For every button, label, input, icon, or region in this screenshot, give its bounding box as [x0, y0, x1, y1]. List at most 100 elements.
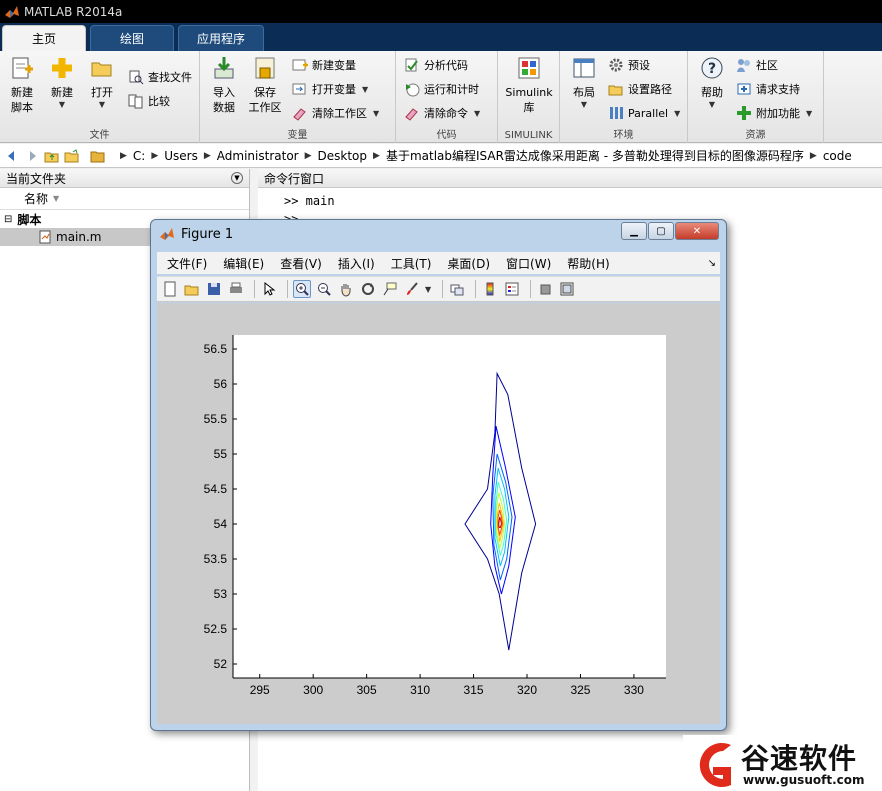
new-plus-icon — [52, 58, 72, 78]
clear-commands-button[interactable]: 清除命令 ▼ — [404, 103, 480, 123]
y-tick-label: 54 — [214, 517, 228, 531]
breadcrumb-item[interactable]: 基于matlab编程ISAR雷达成像采用距离 - 多普勒处理得到目标的图像源码程… — [386, 147, 804, 164]
tab-apps[interactable]: 应用程序 — [178, 25, 264, 51]
new-figure-icon[interactable] — [161, 280, 179, 298]
pan-hand-icon[interactable] — [337, 280, 355, 298]
dropdown-caret-icon: ▼ — [58, 100, 66, 109]
zoom-in-icon[interactable] — [293, 280, 311, 298]
command-window-header: 命令行窗口 — [258, 169, 882, 188]
addons-button[interactable]: 附加功能 ▼ — [736, 103, 812, 123]
save-icon[interactable] — [205, 280, 223, 298]
button-label: 附加功能 — [756, 107, 800, 120]
menu-tools[interactable]: 工具(T) — [391, 255, 432, 272]
dropdown-caret-icon: ▼ — [674, 108, 681, 118]
x-tick-label: 300 — [303, 683, 323, 697]
breadcrumb-item[interactable]: Desktop — [318, 149, 368, 163]
folder-icon — [90, 151, 105, 162]
breadcrumb-item[interactable]: code — [823, 149, 852, 163]
colorbar-icon[interactable] — [481, 280, 499, 298]
menu-file[interactable]: 文件(F) — [167, 255, 207, 272]
save-workspace-button[interactable]: 保存 工作区 — [245, 55, 285, 115]
rotate-3d-icon[interactable] — [359, 280, 377, 298]
hide-plot-tools-icon[interactable] — [536, 280, 554, 298]
name-column-header[interactable]: 名称 ▼ — [0, 188, 249, 210]
back-arrow-icon[interactable] — [4, 148, 20, 164]
open-file-icon[interactable] — [183, 280, 201, 298]
button-label: 新建 — [51, 86, 73, 99]
breadcrumb-separator-icon: ▶ — [120, 150, 127, 161]
watermark-logo-icon — [699, 743, 731, 787]
minimize-button[interactable]: ▁ — [621, 222, 647, 240]
breadcrumb-item[interactable]: Users — [164, 149, 198, 163]
browse-folder-icon[interactable] — [64, 148, 80, 164]
community-button[interactable]: 社区 — [736, 55, 778, 75]
breadcrumb-item[interactable]: C: — [133, 149, 145, 163]
simulink-library-button[interactable]: Simulink 库 — [504, 55, 554, 115]
maximize-button[interactable]: ▢ — [648, 222, 674, 240]
collapse-icon[interactable]: ⊟ — [4, 214, 12, 225]
menu-insert[interactable]: 插入(I) — [338, 255, 375, 272]
button-label: 清除工作区 — [312, 107, 367, 120]
zoom-out-icon[interactable] — [315, 280, 333, 298]
axes-background — [233, 335, 666, 678]
x-tick-label: 315 — [464, 683, 484, 697]
menu-view[interactable]: 查看(V) — [280, 255, 322, 272]
forward-arrow-icon[interactable] — [24, 148, 40, 164]
current-folder-header: 当前文件夹 ▼ — [0, 169, 249, 188]
run-and-time-button[interactable]: 运行和计时 — [404, 79, 479, 99]
folder-open-icon — [91, 62, 112, 77]
clear-workspace-button[interactable]: 清除工作区 ▼ — [292, 103, 379, 123]
layout-button[interactable]: 布局 ▼ — [564, 55, 604, 109]
close-button[interactable]: ✕ — [675, 222, 719, 240]
brush-dropdown-caret-icon[interactable]: ▼ — [425, 285, 431, 294]
breadcrumb-item[interactable]: Administrator — [217, 149, 299, 163]
analyze-code-button[interactable]: 分析代码 — [404, 55, 468, 75]
menu-help[interactable]: 帮助(H) — [567, 255, 609, 272]
show-plot-tools-icon[interactable] — [558, 280, 576, 298]
tab-label: 应用程序 — [196, 32, 245, 46]
tab-plots[interactable]: 绘图 — [90, 25, 174, 51]
link-plot-icon[interactable] — [448, 280, 466, 298]
panel-menu-icon[interactable]: ▼ — [231, 172, 243, 184]
brush-icon[interactable] — [403, 280, 421, 298]
button-label: 新建变量 — [312, 59, 356, 72]
help-button[interactable]: ? 帮助 ▼ — [692, 55, 732, 109]
breadcrumb-separator-icon: ▶ — [203, 150, 211, 161]
set-path-icon — [608, 85, 623, 96]
data-cursor-icon[interactable] — [381, 280, 399, 298]
button-label: 社区 — [756, 59, 778, 72]
set-path-button[interactable]: 设置路径 — [608, 79, 672, 99]
print-icon[interactable] — [227, 280, 245, 298]
ribbon: 新建 脚本 新建 ▼ 打开 ▼ 查找文件 比较 文件 导入 数据 保存 工作区 … — [0, 51, 882, 143]
tab-home[interactable]: 主页 — [2, 25, 86, 51]
pointer-icon[interactable] — [260, 280, 278, 298]
community-icon — [737, 59, 750, 72]
open-button[interactable]: 打开 ▼ — [82, 55, 122, 109]
toolbar-separator — [254, 280, 255, 298]
open-variable-button[interactable]: 打开变量 ▼ — [292, 79, 368, 99]
menu-edit[interactable]: 编辑(E) — [223, 255, 264, 272]
legend-icon[interactable] — [503, 280, 521, 298]
toolbar-separator — [530, 280, 532, 298]
menu-window[interactable]: 窗口(W) — [506, 255, 551, 272]
compare-button[interactable]: 比较 — [128, 91, 170, 111]
y-tick-label: 52 — [214, 657, 228, 671]
menu-desktop[interactable]: 桌面(D) — [447, 255, 490, 272]
preferences-button[interactable]: 预设 — [608, 55, 650, 75]
import-data-button[interactable]: 导入 数据 — [204, 55, 244, 115]
new-button[interactable]: 新建 ▼ — [42, 55, 82, 109]
parallel-button[interactable]: Parallel ▼ — [608, 103, 680, 123]
find-files-button[interactable]: 查找文件 — [128, 67, 192, 87]
up-folder-icon[interactable] — [44, 148, 60, 164]
contour-plot[interactable]: 295 300 305 310 315 320 325 330 52 52.5 53 53.5 54 54… — [157, 303, 720, 724]
request-support-button[interactable]: 请求支持 — [736, 79, 800, 99]
run-and-time-icon — [406, 83, 420, 97]
matlab-logo-icon — [160, 228, 174, 240]
figure-window[interactable]: Figure 1 ▁ ▢ ✕ 文件(F) 编辑(E) 查看(V) 插入(I) 工… — [150, 219, 727, 731]
new-variable-button[interactable]: 新建变量 — [292, 55, 356, 75]
group-label: SIMULINK — [504, 130, 553, 141]
app-title: MATLAB R2014a — [24, 4, 123, 19]
dock-arrow-icon[interactable]: ↘ — [708, 258, 716, 269]
figure-canvas[interactable]: 295 300 305 310 315 320 325 330 52 52.5 53 53.5 54 54… — [157, 303, 720, 724]
new-script-button[interactable]: 新建 脚本 — [2, 55, 42, 115]
